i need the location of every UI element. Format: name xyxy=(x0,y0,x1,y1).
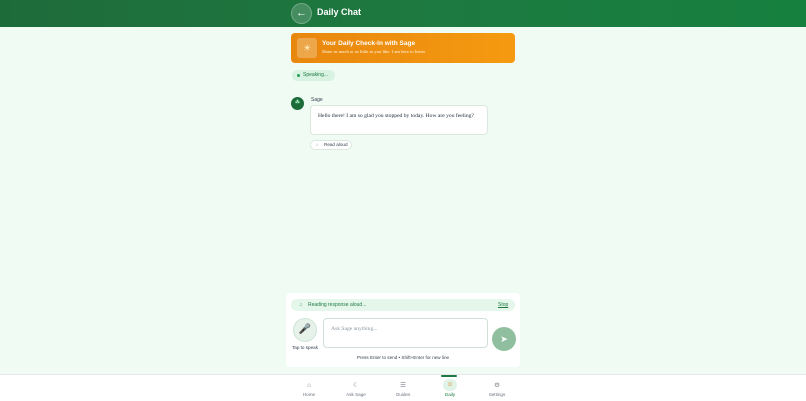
nav-item-settings[interactable]: ⚙ Settings xyxy=(485,375,509,401)
nav-item-home[interactable]: ⌂ Home xyxy=(297,375,321,401)
app-header: ← Daily Chat xyxy=(0,0,806,27)
reading-aloud-bar: ♫ Reading response aloud... Stop xyxy=(291,299,515,311)
page-title: Daily Chat xyxy=(317,7,362,17)
reading-status-text: Reading response aloud... xyxy=(308,302,367,308)
read-aloud-button[interactable]: ♪ Read aloud xyxy=(310,140,352,150)
nav-item-guides[interactable]: ☰ Guides xyxy=(391,375,415,401)
sun-icon: ☀ xyxy=(297,38,317,58)
nav-label-guides: Guides xyxy=(395,392,411,397)
arrow-left-icon: ← xyxy=(296,7,307,19)
active-tab-indicator xyxy=(441,375,457,377)
send-button[interactable]: ➤ xyxy=(492,327,516,351)
speaking-status-badge: Speaking... xyxy=(292,70,335,81)
banner-title: Your Daily Check-In with Sage xyxy=(322,40,416,47)
nav-item-ask-sage[interactable]: ☾ Ask Sage xyxy=(344,375,368,401)
gear-icon: ⚙ xyxy=(494,382,500,389)
keyboard-hint: Press Enter to send • Shift+Enter for ne… xyxy=(356,355,450,360)
microphone-icon: 🎤 xyxy=(298,324,312,335)
nav-item-daily[interactable]: ☺ Daily xyxy=(441,375,467,401)
speaking-indicator-icon xyxy=(297,74,300,77)
bottom-navigation: ⌂ Home ☾ Ask Sage ☰ Guides ☺ Daily ⚙ Set… xyxy=(0,374,806,401)
books-icon: ☰ xyxy=(400,382,406,389)
back-button[interactable]: ← xyxy=(291,3,312,24)
stop-reading-link[interactable]: Stop xyxy=(498,299,508,311)
nav-label-daily: Daily xyxy=(444,392,456,397)
banner-subtitle: Share as much or as little as you like. … xyxy=(322,49,426,54)
smiley-icon: ☺ xyxy=(443,379,457,391)
speaker-icon: ♪ xyxy=(316,142,319,147)
nav-label-home: Home xyxy=(302,392,316,397)
message-bubble: Hello there! I am so glad you stopped by… xyxy=(310,105,488,135)
message-sender: Sage xyxy=(311,97,323,103)
send-icon: ➤ xyxy=(500,334,508,344)
speaking-label: Speaking... xyxy=(303,72,329,78)
microphone-button[interactable]: 🎤 xyxy=(293,318,317,342)
moon-icon: ☾ xyxy=(353,382,359,389)
daily-checkin-banner: ☀ Your Daily Check-In with Sage Share as… xyxy=(291,33,515,63)
message-input[interactable] xyxy=(323,318,488,348)
nav-label-ask-sage: Ask Sage xyxy=(346,392,366,397)
message-text: Hello there! I am so glad you stopped by… xyxy=(318,113,474,119)
audio-wave-icon: ♫ xyxy=(299,302,303,308)
nav-label-settings: Settings xyxy=(488,392,506,397)
tap-to-speak-label: Tap to speak xyxy=(291,345,319,350)
home-icon: ⌂ xyxy=(307,382,311,389)
read-aloud-label: Read aloud xyxy=(324,142,348,147)
sage-avatar-icon: ☘ xyxy=(291,97,304,110)
